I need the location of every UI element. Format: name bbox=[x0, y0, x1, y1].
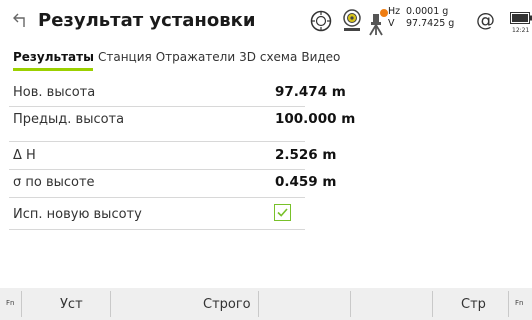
sigma-label: σ по высоте bbox=[13, 175, 95, 190]
prev-height-label: Предыд. высота bbox=[13, 112, 125, 127]
tab-video[interactable]: Видео bbox=[301, 50, 340, 64]
checkmark-icon bbox=[277, 208, 288, 217]
function-key-2[interactable]: Строго bbox=[111, 288, 258, 320]
delta-h-label: Δ H bbox=[13, 148, 36, 163]
row-delta-h: Δ H 2.526 m bbox=[0, 143, 532, 169]
divider bbox=[9, 197, 305, 198]
tab-reflectors[interactable]: Отражатели bbox=[156, 50, 235, 64]
level-bubble-icon[interactable] bbox=[308, 8, 334, 34]
title-bar: Результат установки Hz 0.0001 g V 97.7425 … bbox=[0, 0, 532, 42]
row-prev-height: Предыд. высота 100.000 m bbox=[0, 107, 532, 133]
v-value: 97.7425 g bbox=[406, 18, 455, 29]
clock: 12:21 bbox=[512, 27, 530, 34]
function-key-1-label: Уст bbox=[60, 297, 83, 312]
page-title: Результат установки bbox=[38, 10, 256, 31]
battery-icon[interactable] bbox=[510, 12, 532, 24]
tab-results[interactable]: Результаты bbox=[13, 50, 94, 64]
divider bbox=[508, 291, 509, 317]
tab-station[interactable]: Станция bbox=[98, 50, 152, 64]
divider bbox=[9, 141, 305, 142]
angle-readout: Hz 0.0001 g V 97.7425 g bbox=[388, 6, 454, 30]
prism-target-icon[interactable] bbox=[340, 8, 364, 34]
hz-value: 0.0001 g bbox=[406, 6, 449, 17]
delta-h-value: 2.526 m bbox=[275, 147, 337, 163]
hz-label: Hz bbox=[388, 6, 401, 17]
use-new-height-label: Исп. новую высоту bbox=[13, 207, 142, 222]
back-arrow-icon[interactable] bbox=[12, 10, 30, 30]
row-sigma: σ по высоте 0.459 m bbox=[0, 170, 532, 196]
new-height-label: Нов. высота bbox=[13, 85, 96, 100]
active-tab-indicator bbox=[13, 68, 93, 71]
function-key-5[interactable]: Стр bbox=[433, 288, 508, 320]
instrument-status-icon[interactable] bbox=[366, 8, 390, 36]
fn-right-key[interactable]: Fn bbox=[515, 299, 523, 307]
new-height-value: 97.474 m bbox=[275, 84, 346, 100]
function-key-2-label: Строго bbox=[203, 297, 251, 312]
row-new-height: Нов. высота 97.474 m bbox=[0, 80, 532, 106]
function-key-1[interactable]: Уст bbox=[22, 288, 110, 320]
sigma-value: 0.459 m bbox=[275, 174, 337, 190]
at-connection-icon[interactable]: @ bbox=[476, 9, 495, 31]
use-new-height-checkbox[interactable] bbox=[274, 204, 291, 221]
tab-bar: Результаты Станция Отражатели 3D схема Видео bbox=[13, 50, 344, 64]
row-use-new-height: Исп. новую высоту bbox=[0, 202, 532, 228]
function-key-4[interactable] bbox=[351, 288, 432, 320]
function-key-bar: Fn Уст Строго Стр Fn bbox=[0, 288, 532, 320]
divider bbox=[9, 229, 305, 230]
prev-height-value: 100.000 m bbox=[275, 111, 356, 127]
tab-3d-scheme[interactable]: 3D схема bbox=[239, 50, 297, 64]
fn-left-key[interactable]: Fn bbox=[6, 299, 14, 307]
v-label: V bbox=[388, 18, 395, 29]
function-key-3[interactable] bbox=[259, 288, 350, 320]
function-key-5-label: Стр bbox=[461, 297, 486, 312]
